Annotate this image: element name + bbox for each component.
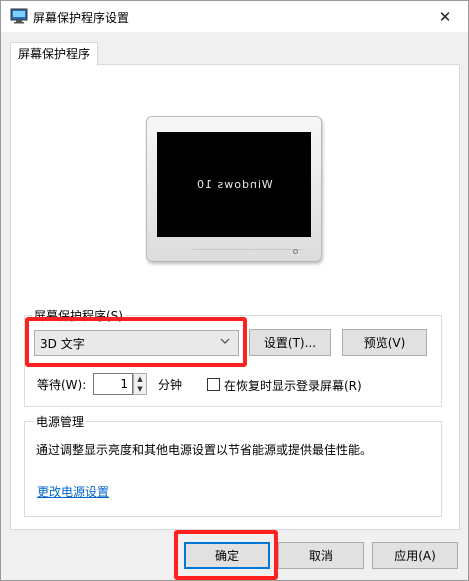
- close-icon: ✕: [438, 7, 452, 26]
- resume-login-label[interactable]: 在恢复时显示登录屏幕(R): [224, 377, 362, 394]
- monitor-bezel-line: [193, 249, 303, 261]
- chevron-down-icon: [220, 337, 230, 348]
- power-led-icon: [293, 249, 298, 254]
- minutes-unit-label: 分钟: [158, 378, 183, 392]
- wait-minutes-input[interactable]: 1: [93, 373, 133, 395]
- cancel-button[interactable]: 取消: [278, 542, 364, 569]
- power-description: 通过调整显示亮度和其他电源设置以节省能源或提供最佳性能。: [36, 443, 373, 457]
- screensaver-settings-window: 屏幕保护程序设置 ✕ 屏幕保护程序 Windows 10 屏幕保护程序(S) 3…: [0, 0, 469, 581]
- apply-button[interactable]: 应用(A): [372, 542, 458, 569]
- monitor-preview: Windows 10: [146, 116, 322, 262]
- spin-down-icon[interactable]: ▼: [134, 384, 146, 394]
- wait-label: 等待(W):: [37, 378, 87, 392]
- title-bar: 屏幕保护程序设置 ✕: [1, 1, 468, 32]
- settings-button[interactable]: 设置(T)...: [249, 329, 331, 356]
- wait-spinner[interactable]: ▲ ▼: [133, 373, 147, 395]
- monitor-app-icon: [10, 8, 28, 24]
- screensaver-select[interactable]: 3D 文字: [34, 330, 239, 356]
- screensaver-selected-value: 3D 文字: [40, 336, 85, 351]
- resume-login-checkbox[interactable]: [207, 378, 220, 391]
- tab-screensaver[interactable]: 屏幕保护程序: [10, 42, 98, 66]
- preview-button[interactable]: 预览(V): [342, 329, 427, 356]
- power-group-legend: 电源管理: [34, 413, 87, 430]
- close-button[interactable]: ✕: [422, 1, 468, 32]
- change-power-settings-link[interactable]: 更改电源设置: [37, 483, 109, 500]
- ok-button[interactable]: 确定: [184, 542, 270, 569]
- power-group: [24, 421, 442, 517]
- preview-screen-text: Windows 10: [195, 178, 273, 191]
- preview-screen: Windows 10: [157, 132, 311, 237]
- screensaver-group-legend: 屏幕保护程序(S): [32, 307, 125, 324]
- spin-up-icon[interactable]: ▲: [134, 374, 146, 384]
- window-title: 屏幕保护程序设置: [33, 11, 130, 25]
